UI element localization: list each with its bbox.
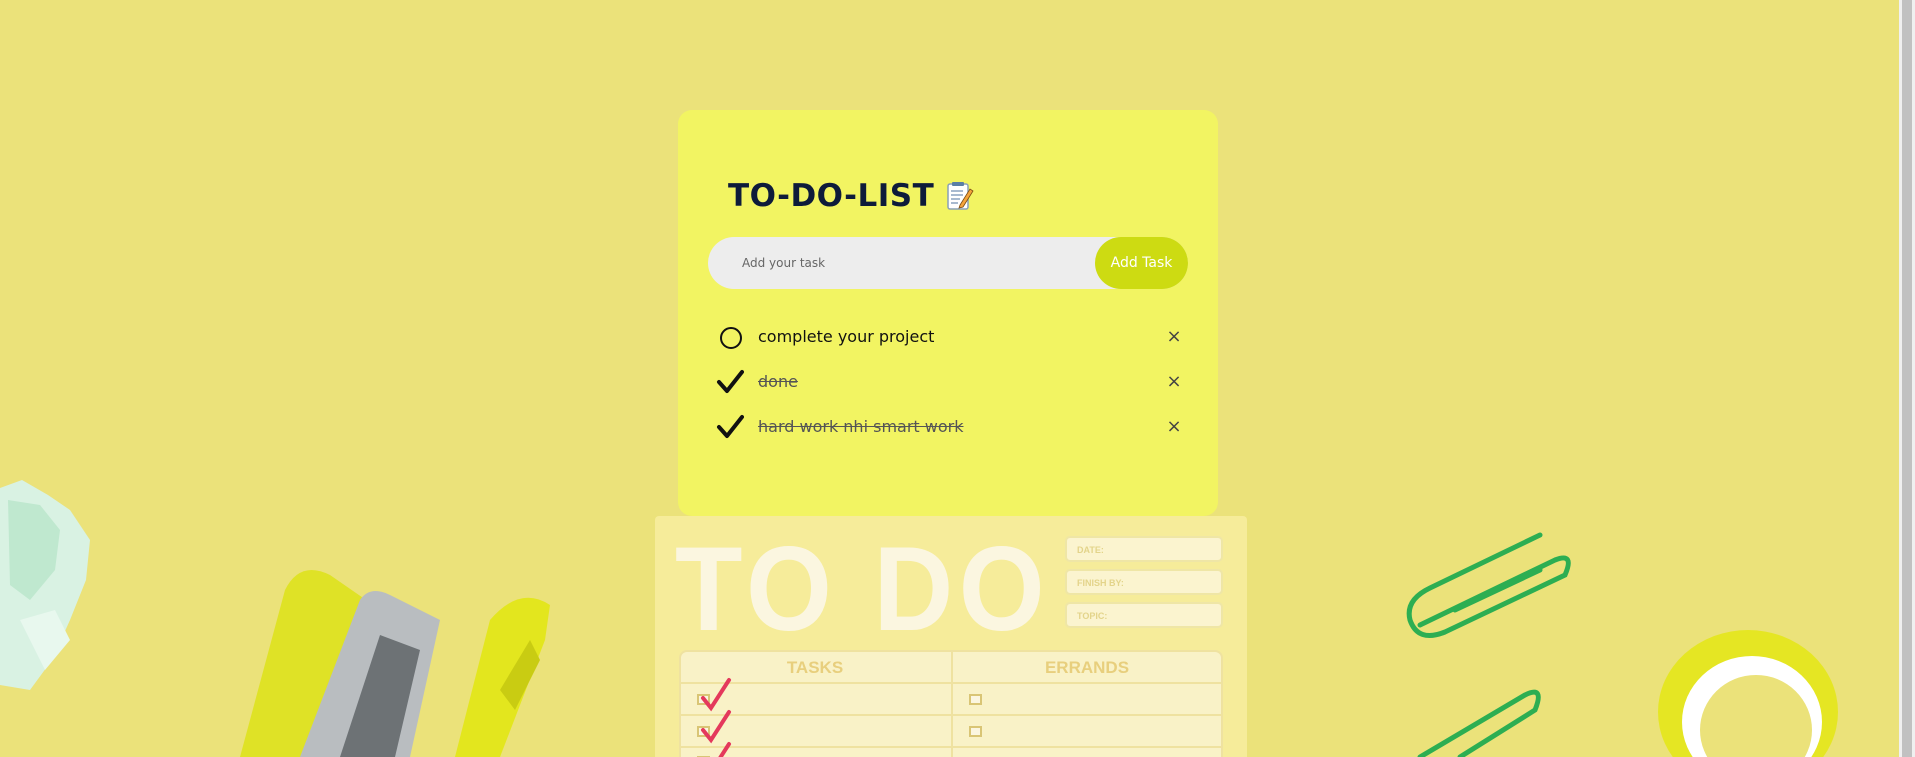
todo-notepad-illustration: TO DO DATE: FINISH BY: TOPIC: TASKS ERRA… [655, 516, 1247, 757]
notepad-column-errands: ERRANDS [1044, 658, 1130, 677]
title-row: TO-DO-LIST [728, 178, 974, 214]
delete-task-button[interactable]: × [1162, 325, 1186, 349]
page-title: TO-DO-LIST [728, 178, 935, 214]
delete-task-button[interactable]: × [1162, 370, 1186, 394]
notepad-date-field: DATE: [1065, 536, 1223, 562]
delete-task-button[interactable]: × [1162, 415, 1186, 439]
paper-clip-icon [1406, 532, 1571, 757]
task-item[interactable]: done × [716, 359, 1186, 404]
task-text: done [758, 372, 798, 391]
task-item[interactable]: hard work nhi smart work × [716, 404, 1186, 449]
task-list: complete your project × done × hard work… [716, 314, 1186, 449]
task-composer: Add Task [708, 237, 1188, 289]
task-text: complete your project [758, 327, 935, 346]
unchecked-circle-icon[interactable] [716, 323, 744, 351]
checkmark-icon[interactable] [716, 413, 744, 441]
task-input[interactable] [708, 237, 1108, 289]
crumpled-paper-icon [0, 480, 90, 690]
red-check-marks-icon [701, 678, 731, 757]
task-text: hard work nhi smart work [758, 417, 964, 436]
memo-icon [947, 182, 974, 210]
notepad-finish-field: FINISH BY: [1065, 569, 1223, 595]
notepad-heading: TO DO [675, 522, 1051, 656]
add-task-button[interactable]: Add Task [1095, 237, 1188, 289]
stapler-icon [240, 570, 550, 757]
tape-roll-icon [1658, 630, 1838, 757]
notepad-topic-field: TOPIC: [1065, 602, 1223, 628]
notepad-table: TASKS ERRANDS [679, 650, 1223, 757]
checkmark-icon[interactable] [716, 368, 744, 396]
notepad-checkbox [969, 726, 982, 737]
task-item[interactable]: complete your project × [716, 314, 1186, 359]
notepad-checkbox [969, 694, 982, 705]
todo-card: TO-DO-LIST Add Task complete your projec… [678, 110, 1218, 516]
